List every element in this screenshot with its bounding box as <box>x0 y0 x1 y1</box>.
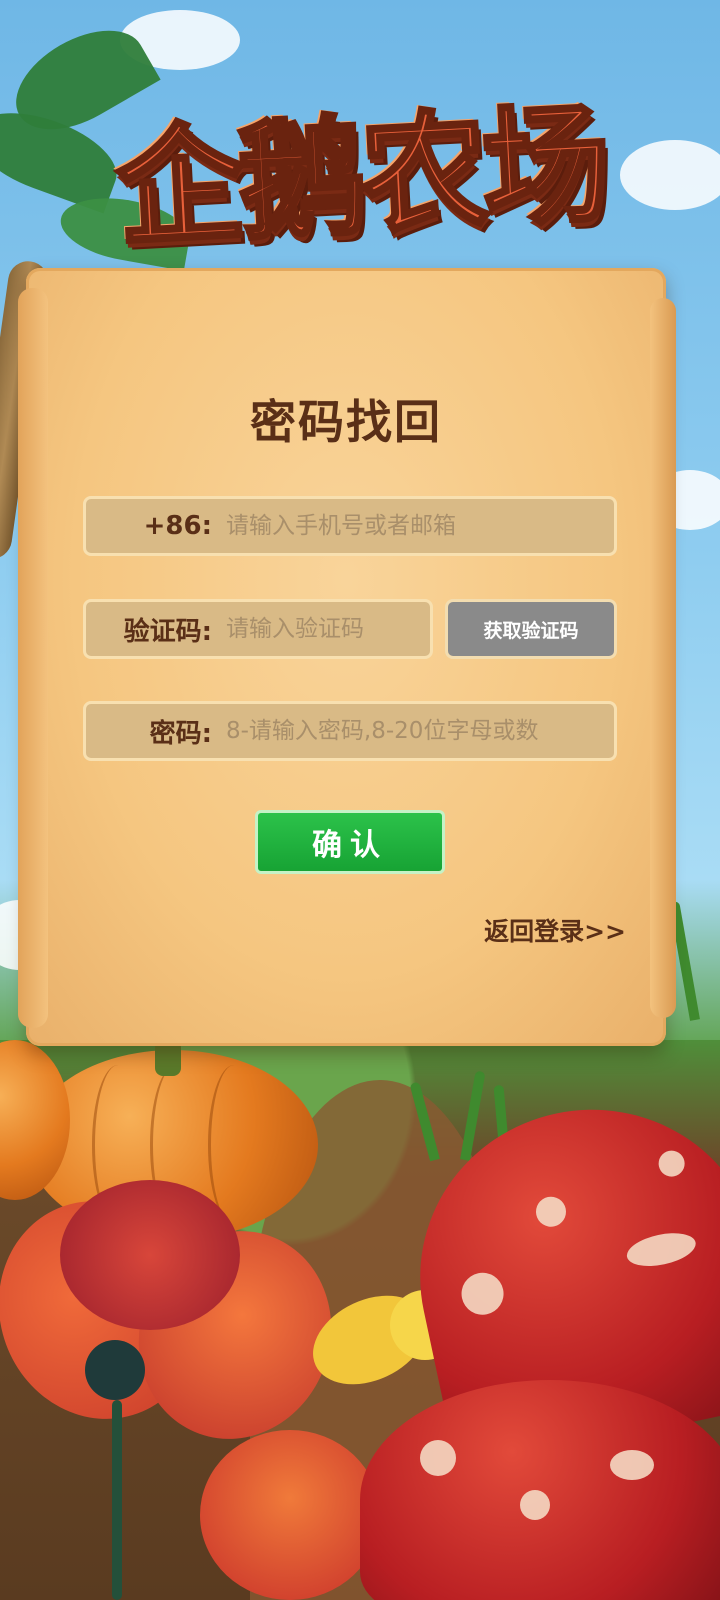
password-input[interactable] <box>226 718 614 744</box>
flower-petal <box>200 1430 380 1600</box>
game-logo: 企鹅农场 <box>80 70 640 266</box>
flower-petal <box>60 1180 240 1330</box>
page-title: 密码找回 <box>250 395 442 449</box>
code-field: 验证码: <box>83 599 433 659</box>
phone-email-input[interactable] <box>226 513 614 539</box>
mushroom-spot <box>656 1148 688 1180</box>
password-recovery-card: 密码找回 +86: 验证码: 获取验证码 密码: 确认 返回登录>> <box>18 268 676 1046</box>
get-code-button[interactable]: 获取验证码 <box>445 599 617 659</box>
confirm-button[interactable]: 确认 <box>255 810 445 874</box>
mushroom-spot <box>457 1268 508 1319</box>
phone-country-code-label: +86: <box>143 511 212 541</box>
back-to-login-link[interactable]: 返回登录>> <box>484 912 626 948</box>
flower-stem <box>112 1400 122 1600</box>
password-label: 密码: <box>149 718 212 749</box>
password-field: 密码: <box>83 701 617 761</box>
mushroom-spot <box>520 1490 550 1520</box>
game-logo-text: 企鹅农场 <box>111 87 610 266</box>
mushroom-spot <box>623 1227 699 1272</box>
mushroom-spot <box>420 1440 456 1476</box>
verification-code-input[interactable] <box>226 616 430 642</box>
mushroom-spot <box>533 1193 569 1230</box>
flower-center <box>85 1340 145 1400</box>
pumpkin-rib <box>207 1065 260 1225</box>
mushroom-spot <box>610 1450 654 1480</box>
verification-code-label: 验证码: <box>123 616 212 647</box>
phone-field: +86: <box>83 496 617 556</box>
